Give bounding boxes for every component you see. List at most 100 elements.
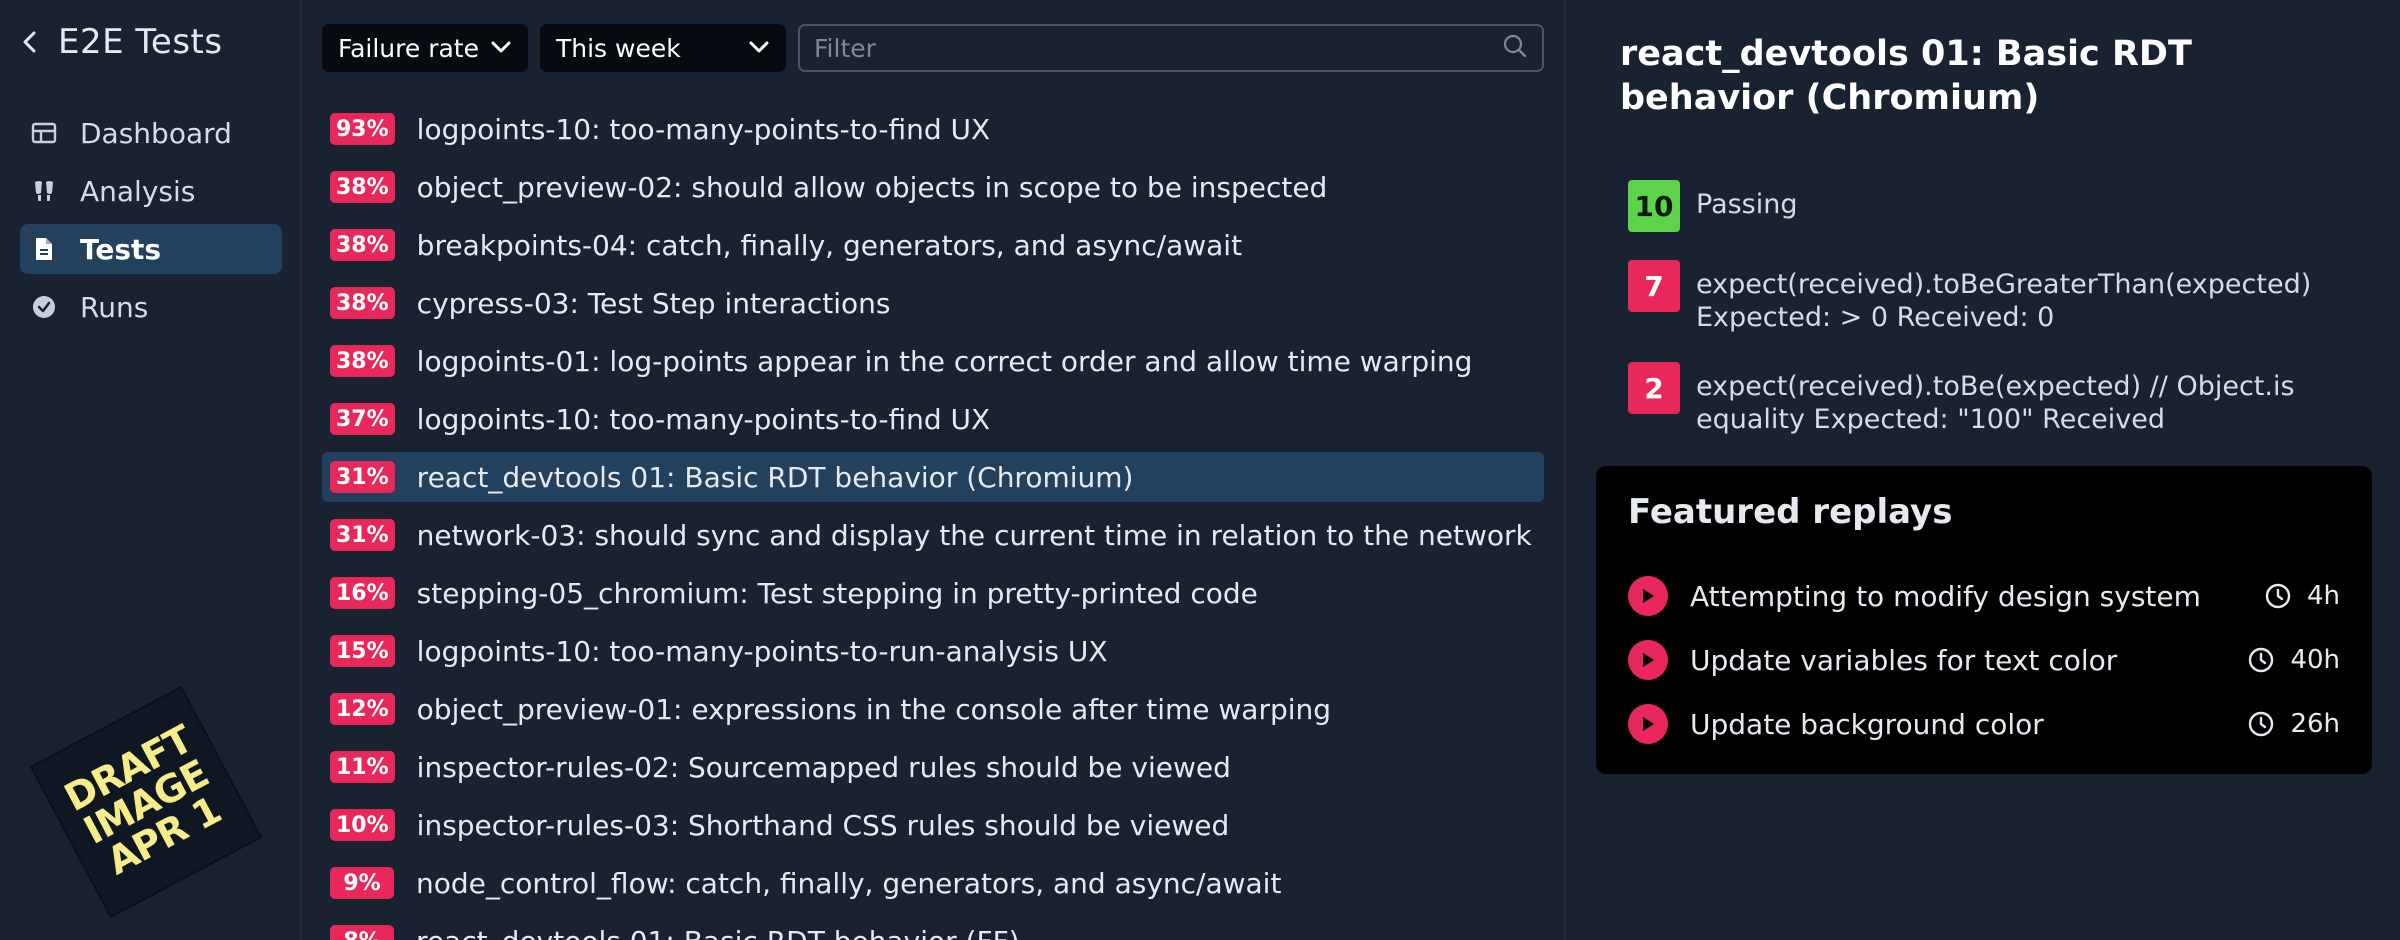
sidebar-item-label: Runs [80, 290, 149, 324]
clock-icon [2246, 645, 2276, 675]
play-icon[interactable] [1628, 704, 1668, 744]
test-row[interactable]: 16% stepping-05_chromium: Test stepping i… [322, 568, 1544, 618]
featured-replays-title: Featured replays [1628, 492, 1953, 532]
failure-rate-badge: 11% [330, 751, 395, 783]
sidebar-item-runs[interactable]: Runs [20, 282, 282, 332]
replay-title: Update background color [1690, 707, 2044, 741]
detail-title: react_devtools 01: Basic RDT behavior (C… [1620, 34, 2192, 118]
result-summary: 10 Passing 7 expect(received).toBeGreate… [1628, 180, 2368, 464]
result-count: 10 [1628, 180, 1680, 232]
failure-rate-badge: 8% [330, 925, 394, 940]
result-item-passing[interactable]: 10 Passing [1628, 180, 2368, 232]
draft-stamp: DRAFT IMAGE APR 1 [32, 688, 260, 916]
test-name: react_devtools 01: Basic RDT behavior (F… [416, 925, 1020, 940]
failure-rate-badge: 31% [330, 519, 395, 551]
test-name: object_preview-02: should allow objects … [416, 170, 1328, 204]
test-row[interactable]: 38% cypress-03: Test Step interactions [322, 278, 1544, 328]
replay-item[interactable]: Attempting to modify design system 4h [1628, 564, 2340, 628]
check-circle-icon [30, 293, 58, 321]
sidebar-header: E2E Tests [18, 20, 223, 64]
app-title: E2E Tests [58, 22, 223, 62]
failure-rate-badge: 10% [330, 809, 395, 841]
test-row-selected[interactable]: 31% react_devtools 01: Basic RDT behavior… [322, 452, 1544, 502]
result-text: expect(received).toBeGreaterThan(expecte… [1696, 269, 2312, 333]
test-row[interactable]: 93% logpoints-10: too-many-points-to-find… [322, 104, 1544, 154]
test-name: stepping-05_chromium: Test stepping in p… [416, 576, 1258, 610]
test-row[interactable]: 10% inspector-rules-03: Shorthand CSS rul… [322, 800, 1544, 850]
test-name: object_preview-01: expressions in the co… [416, 692, 1332, 726]
failure-rate-badge: 9% [330, 867, 394, 899]
test-name: inspector-rules-03: Shorthand CSS rules … [416, 808, 1230, 842]
test-name: inspector-rules-02: Sourcemapped rules s… [416, 750, 1231, 784]
result-item-failure[interactable]: 2 expect(received).toBe(expected) // Obj… [1628, 362, 2368, 436]
test-row[interactable]: 11% inspector-rules-02: Sourcemapped rule… [322, 742, 1544, 792]
chevron-left-icon[interactable] [18, 30, 42, 54]
test-row[interactable]: 38% logpoints-01: log-points appear in th… [322, 336, 1544, 386]
result-count: 7 [1628, 260, 1680, 312]
sidebar-item-label: Tests [80, 232, 162, 266]
test-row[interactable]: 9% node_control_flow: catch, finally, gen… [322, 858, 1544, 908]
clock-icon [2263, 581, 2293, 611]
featured-replays-card: Featured replays Attempting to modify de… [1596, 466, 2372, 774]
test-name: breakpoints-04: catch, finally, generato… [416, 228, 1243, 262]
replay-item[interactable]: Update background color 26h [1628, 692, 2340, 756]
sidebar-item-dashboard[interactable]: Dashboard [20, 108, 282, 158]
document-icon [30, 235, 58, 263]
failure-rate-badge: 38% [330, 229, 395, 261]
failure-rate-badge: 38% [330, 287, 395, 319]
failure-rate-badge: 38% [330, 345, 395, 377]
test-name: logpoints-10: too-many-points-to-run-ana… [416, 634, 1108, 668]
test-row[interactable]: 37% logpoints-10: too-many-points-to-find… [322, 394, 1544, 444]
sidebar-nav: Dashboard Analysis Tests Runs [20, 108, 282, 340]
filter-input[interactable] [814, 33, 1502, 63]
test-name: logpoints-01: log-points appear in the c… [416, 344, 1473, 378]
replay-list: Attempting to modify design system 4h Up… [1628, 564, 2340, 756]
replay-duration: 4h [2263, 581, 2340, 611]
result-text: expect(received).toBe(expected) // Objec… [1696, 371, 2295, 435]
sidebar-item-tests[interactable]: Tests [20, 224, 282, 274]
failure-rate-badge: 16% [330, 577, 395, 609]
replay-duration: 26h [2246, 709, 2340, 739]
filter-field [798, 24, 1544, 72]
metric-select[interactable]: Failure rate [322, 24, 528, 72]
period-select[interactable]: This week [540, 24, 786, 72]
chevron-down-icon [490, 39, 512, 58]
failure-rate-badge: 38% [330, 171, 395, 203]
dashboard-icon [30, 119, 58, 147]
test-list-panel: Failure rate This week 93% logpoints-10: … [304, 0, 1562, 940]
play-icon[interactable] [1628, 640, 1668, 680]
search-icon[interactable] [1502, 33, 1528, 63]
duration-value: 4h [2306, 581, 2340, 611]
test-name: network-03: should sync and display the … [416, 518, 1532, 552]
failure-rate-badge: 31% [330, 461, 395, 493]
replay-item[interactable]: Update variables for text color 40h [1628, 628, 2340, 692]
test-row[interactable]: 8% react_devtools 01: Basic RDT behavior … [322, 916, 1544, 940]
play-icon[interactable] [1628, 576, 1668, 616]
test-row[interactable]: 38% breakpoints-04: catch, finally, gener… [322, 220, 1544, 270]
test-name: cypress-03: Test Step interactions [416, 286, 891, 320]
test-row[interactable]: 38% object_preview-02: should allow objec… [322, 162, 1544, 212]
failure-rate-badge: 12% [330, 693, 395, 725]
replay-duration: 40h [2246, 645, 2340, 675]
duration-value: 40h [2290, 645, 2340, 675]
test-row[interactable]: 15% logpoints-10: too-many-points-to-run-… [322, 626, 1544, 676]
sidebar-item-label: Analysis [80, 174, 196, 208]
filter-bar: Failure rate This week [322, 24, 1544, 72]
metric-select-value: Failure rate [338, 33, 479, 63]
period-select-value: This week [556, 33, 681, 63]
replay-title: Attempting to modify design system [1690, 579, 2201, 613]
test-name: react_devtools 01: Basic RDT behavior (C… [416, 460, 1134, 494]
test-detail-panel: react_devtools 01: Basic RDT behavior (C… [1564, 0, 2400, 940]
result-item-failure[interactable]: 7 expect(received).toBeGreaterThan(expec… [1628, 260, 2368, 334]
sidebar-item-analysis[interactable]: Analysis [20, 166, 282, 216]
clock-icon [2246, 709, 2276, 739]
test-row[interactable]: 31% network-03: should sync and display t… [322, 510, 1544, 560]
duration-value: 26h [2290, 709, 2340, 739]
test-name: node_control_flow: catch, finally, gener… [416, 866, 1282, 900]
test-row[interactable]: 12% object_preview-01: expressions in the… [322, 684, 1544, 734]
failure-rate-badge: 93% [330, 113, 395, 145]
result-text: Passing [1696, 189, 1798, 220]
sidebar-item-label: Dashboard [80, 116, 232, 150]
analysis-icon [30, 177, 58, 205]
chevron-down-icon [748, 39, 770, 58]
